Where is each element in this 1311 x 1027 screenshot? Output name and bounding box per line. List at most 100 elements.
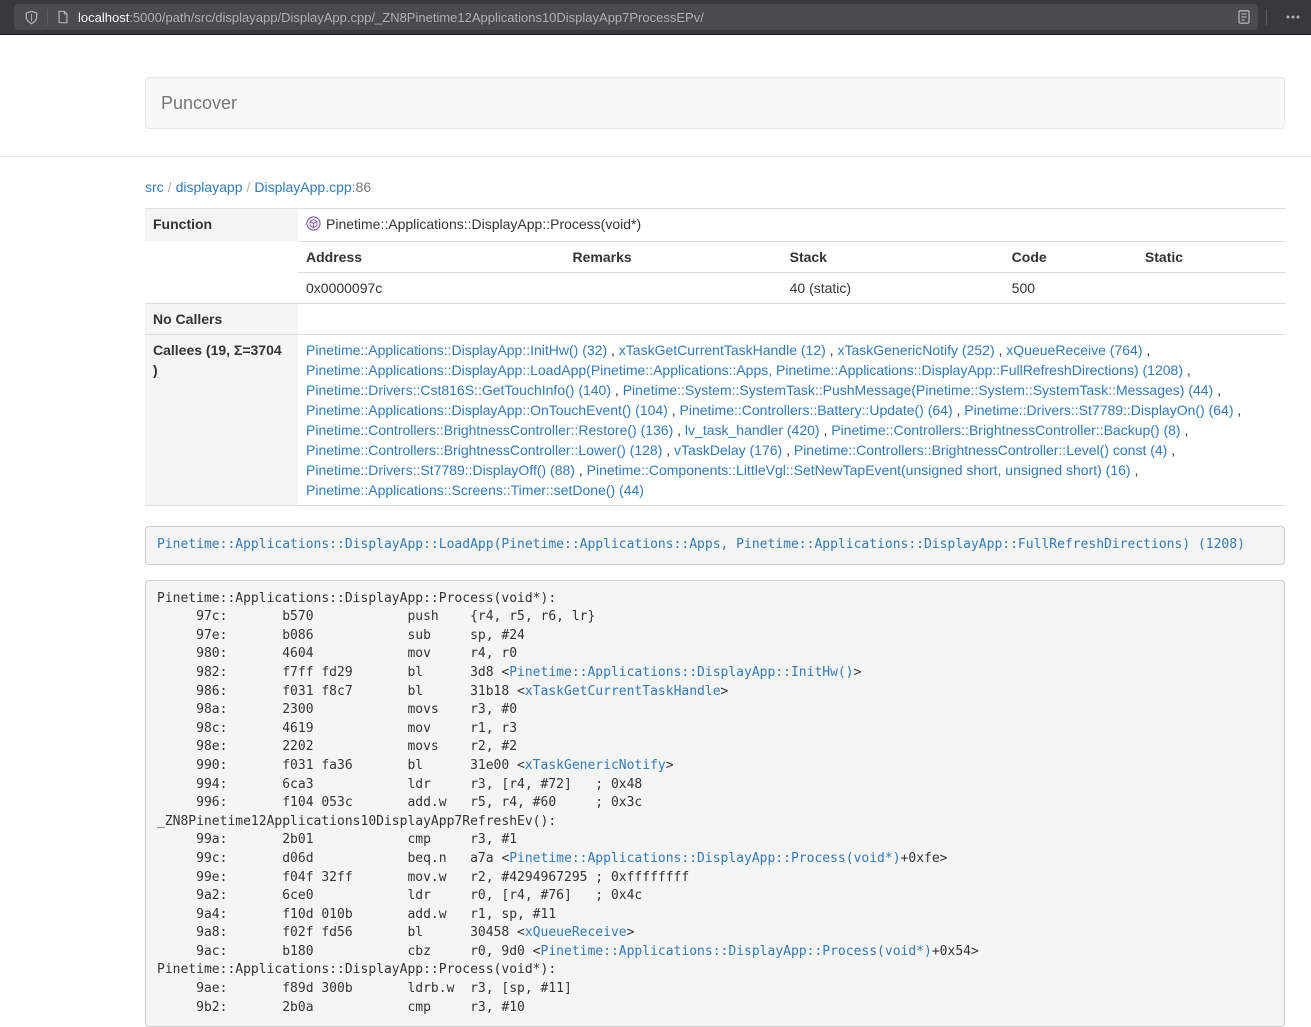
callee-separator: , bbox=[1167, 442, 1175, 458]
breadcrumb-link[interactable]: DisplayApp.cpp bbox=[254, 179, 351, 195]
asm-symbol-link[interactable]: Pinetime::Applications::DisplayApp::Proc… bbox=[541, 944, 932, 959]
asm-line: 9a4: f10d 010b add.w r1, sp, #11 bbox=[157, 906, 1273, 925]
asm-line: 99e: f04f 32ff mov.w r2, #4294967295 ; 0… bbox=[157, 869, 1273, 888]
url-bar[interactable]: localhost:5000/path/src/displayapp/Displ… bbox=[14, 4, 1258, 30]
callees-label: Callees (19, Σ=3704 ) bbox=[145, 335, 298, 506]
asm-line: 98a: 2300 movs r3, #0 bbox=[157, 701, 1273, 720]
function-table: Function Pinetime::Applications::Display… bbox=[145, 208, 1285, 506]
callee-link[interactable]: xTaskGetCurrentTaskHandle (12) bbox=[619, 342, 826, 358]
app-brand[interactable]: Puncover bbox=[146, 93, 237, 114]
callee-separator: , bbox=[953, 402, 965, 418]
callee-link[interactable]: Pinetime::Drivers::St7789::DisplayOff() … bbox=[306, 462, 575, 478]
asm-line: 98e: 2202 movs r2, #2 bbox=[157, 738, 1273, 757]
urlbar-divider bbox=[47, 9, 48, 25]
callee-link[interactable]: Pinetime::System::SystemTask::PushMessag… bbox=[623, 382, 1214, 398]
callee-link[interactable]: Pinetime::Controllers::BrightnessControl… bbox=[306, 442, 662, 458]
page-icon[interactable] bbox=[56, 10, 70, 24]
callee-separator: , bbox=[826, 342, 838, 358]
callee-link[interactable]: Pinetime::Drivers::Cst816S::GetTouchInfo… bbox=[306, 382, 611, 398]
asm-line: 980: 4604 mov r4, r0 bbox=[157, 645, 1273, 664]
callee-link[interactable]: Pinetime::Components::LittleVgl::SetNewT… bbox=[587, 462, 1131, 478]
reader-mode-icon[interactable] bbox=[1236, 9, 1252, 25]
asm-line: 9ac: b180 cbz r0, 9d0 <Pinetime::Applica… bbox=[157, 943, 1273, 962]
callee-link[interactable]: Pinetime::Drivers::St7789::DisplayOn() (… bbox=[964, 402, 1233, 418]
callee-link[interactable]: Pinetime::Controllers::BrightnessControl… bbox=[306, 422, 673, 438]
stack-value: 40 (static) bbox=[782, 273, 1004, 304]
callees-list: Pinetime::Applications::DisplayApp::Init… bbox=[298, 335, 1285, 506]
asm-symbol-link[interactable]: Pinetime::Applications::DisplayApp::Proc… bbox=[509, 851, 900, 866]
highlighted-symbol-block: Pinetime::Applications::DisplayApp::Load… bbox=[145, 526, 1285, 565]
function-stats-row: Address Remarks Stack Code Static 0x0000… bbox=[145, 241, 1285, 304]
asm-line: 9a8: f02f fd56 bl 30458 <xQueueReceive> bbox=[157, 924, 1273, 943]
function-label: Function bbox=[145, 209, 298, 242]
col-header-code: Code bbox=[1004, 242, 1137, 273]
browser-toolbar: localhost:5000/path/src/displayapp/Displ… bbox=[0, 0, 1311, 35]
stats-values-row: 0x0000097c 40 (static) 500 bbox=[298, 273, 1285, 304]
callee-separator: , bbox=[673, 422, 685, 438]
callee-separator: , bbox=[1181, 422, 1189, 438]
col-header-address: Address bbox=[298, 242, 564, 273]
function-name: Pinetime::Applications::DisplayApp::Proc… bbox=[326, 216, 641, 232]
callee-link[interactable]: lv_task_handler (420) bbox=[685, 422, 820, 438]
remarks-value bbox=[564, 273, 781, 304]
breadcrumb-separator: / bbox=[164, 179, 176, 195]
callee-link[interactable]: Pinetime::Applications::DisplayApp::Load… bbox=[306, 362, 1183, 378]
callee-separator: , bbox=[662, 442, 674, 458]
callee-separator: , bbox=[782, 442, 794, 458]
asm-symbol-link[interactable]: xTaskGetCurrentTaskHandle bbox=[525, 684, 721, 699]
callee-link[interactable]: Pinetime::Controllers::BrightnessControl… bbox=[831, 422, 1180, 438]
callee-link[interactable]: Pinetime::Applications::DisplayApp::Init… bbox=[306, 342, 607, 358]
asm-symbol-link[interactable]: xQueueReceive bbox=[525, 925, 627, 940]
breadcrumb-link[interactable]: src bbox=[145, 179, 164, 195]
app-navbar: Puncover bbox=[145, 77, 1285, 129]
divider bbox=[0, 156, 1311, 157]
callee-separator: , bbox=[995, 342, 1007, 358]
asm-line: 9b2: 2b0a cmp r3, #10 bbox=[157, 999, 1273, 1018]
callee-link[interactable]: Pinetime::Controllers::Battery::Update()… bbox=[680, 402, 953, 418]
static-value bbox=[1137, 273, 1285, 304]
asm-line: Pinetime::Applications::DisplayApp::Proc… bbox=[157, 590, 1273, 609]
url-text[interactable]: localhost:5000/path/src/displayapp/Displ… bbox=[78, 10, 1236, 25]
col-header-remarks: Remarks bbox=[564, 242, 781, 273]
symbol-cube-icon bbox=[306, 216, 321, 236]
asm-symbol-link[interactable]: Pinetime::Applications::DisplayApp::Init… bbox=[509, 665, 853, 680]
callee-separator: , bbox=[1234, 402, 1242, 418]
callee-link[interactable]: Pinetime::Controllers::BrightnessControl… bbox=[794, 442, 1167, 458]
callee-link[interactable]: xTaskGenericNotify (252) bbox=[837, 342, 994, 358]
asm-line: 994: 6ca3 ldr r3, [r4, #72] ; 0x48 bbox=[157, 776, 1273, 795]
breadcrumb-link[interactable]: displayapp bbox=[176, 179, 243, 195]
highlighted-symbol-link[interactable]: Pinetime::Applications::DisplayApp::Load… bbox=[157, 537, 1245, 552]
callee-separator: , bbox=[611, 382, 623, 398]
callee-link[interactable]: Pinetime::Applications::DisplayApp::OnTo… bbox=[306, 402, 668, 418]
shield-icon[interactable] bbox=[24, 10, 39, 25]
overflow-menu-icon[interactable] bbox=[1285, 9, 1301, 25]
callee-separator: , bbox=[1213, 382, 1221, 398]
url-host: localhost bbox=[78, 10, 129, 25]
url-path: :5000/path/src/displayapp/DisplayApp.cpp… bbox=[129, 10, 704, 25]
asm-line: 996: f104 053c add.w r5, r4, #60 ; 0x3c bbox=[157, 794, 1273, 813]
asm-symbol-link[interactable]: xTaskGenericNotify bbox=[525, 758, 666, 773]
callee-link[interactable]: xQueueReceive (764) bbox=[1006, 342, 1142, 358]
asm-line: 98c: 4619 mov r1, r3 bbox=[157, 720, 1273, 739]
no-callers-row: No Callers bbox=[145, 304, 1285, 335]
callee-separator: , bbox=[668, 402, 680, 418]
no-callers-label: No Callers bbox=[145, 304, 298, 335]
col-header-stack: Stack bbox=[782, 242, 1004, 273]
asm-line: 986: f031 f8c7 bl 31b18 <xTaskGetCurrent… bbox=[157, 683, 1273, 702]
asm-line: 9ae: f89d 300b ldrb.w r3, [sp, #11] bbox=[157, 980, 1273, 999]
callee-link[interactable]: vTaskDelay (176) bbox=[674, 442, 782, 458]
asm-line: 982: f7ff fd29 bl 3d8 <Pinetime::Applica… bbox=[157, 664, 1273, 683]
asm-line: 990: f031 fa36 bl 31e00 <xTaskGenericNot… bbox=[157, 757, 1273, 776]
toolbar-divider bbox=[1266, 9, 1267, 25]
code-value: 500 bbox=[1004, 273, 1137, 304]
callee-separator: , bbox=[575, 462, 587, 478]
asm-line: 9a2: 6ce0 ldr r0, [r4, #76] ; 0x4c bbox=[157, 887, 1273, 906]
breadcrumb-separator: / bbox=[243, 179, 255, 195]
callee-separator: , bbox=[820, 422, 832, 438]
callee-link[interactable]: Pinetime::Applications::Screens::Timer::… bbox=[306, 482, 644, 498]
address-value: 0x0000097c bbox=[298, 273, 564, 304]
asm-line: Pinetime::Applications::DisplayApp::Proc… bbox=[157, 961, 1273, 980]
callee-separator: , bbox=[1131, 462, 1139, 478]
asm-line: 97e: b086 sub sp, #24 bbox=[157, 627, 1273, 646]
disassembly-block: Pinetime::Applications::DisplayApp::Proc… bbox=[145, 580, 1285, 1027]
